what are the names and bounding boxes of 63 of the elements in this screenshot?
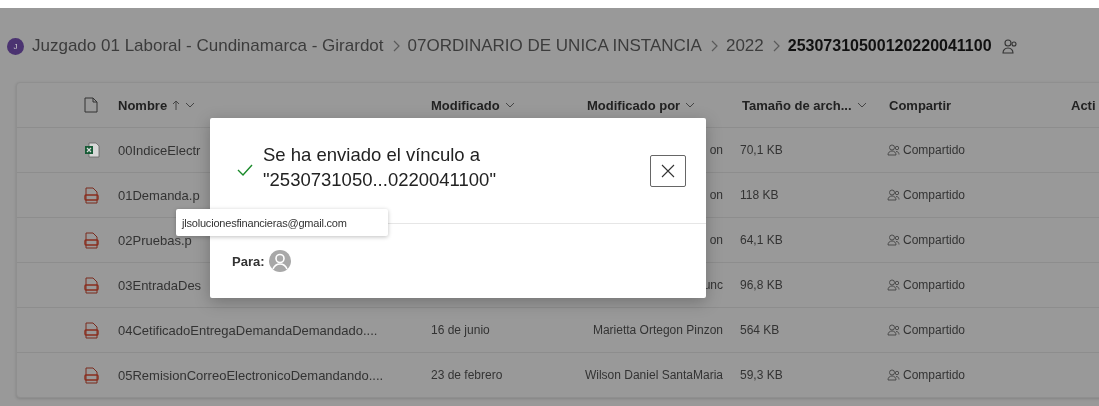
to-label: Para: (232, 253, 265, 269)
pdf-file-icon (84, 186, 99, 204)
file-name[interactable]: 04CetificadoEntregaDemandaDemandado.... (118, 322, 378, 338)
checkmark-icon (237, 164, 253, 176)
breadcrumb-link[interactable]: Juzgado 01 Laboral - Cundinamarca - Girardot (32, 36, 384, 56)
pdf-file-icon (84, 366, 99, 384)
modified-by: Marietta Ortegon Pinzon (592, 323, 723, 337)
file-size: 70,1 KB (740, 143, 783, 157)
modified-by: on (709, 188, 723, 202)
file-size: 564 KB (740, 323, 780, 337)
column-header[interactable]: Modificado (431, 97, 500, 113)
file-size: 64,1 KB (740, 233, 783, 247)
spreadsheet-icon (84, 142, 100, 158)
close-button[interactable] (650, 155, 686, 187)
sharing-status: Compartido (903, 143, 966, 157)
sharing-status: Compartido (903, 233, 966, 247)
sharing-status: Compartido (903, 278, 966, 292)
person-avatar-icon[interactable] (268, 250, 291, 272)
file-name[interactable]: 03EntradaDes (118, 277, 202, 293)
modified-by: on (709, 233, 723, 247)
sharing-status: Compartido (903, 368, 966, 382)
people-icon (887, 144, 900, 156)
file-name[interactable]: 01Demanda.p (118, 187, 200, 203)
email-tooltip: jlsolucionesfinancieras@gmail.com (176, 209, 388, 236)
people-icon (887, 369, 900, 381)
column-header[interactable]: Acti (1071, 97, 1096, 113)
file-name[interactable]: 00IndiceElectr (118, 142, 201, 158)
modified-date: 23 de febrero (431, 368, 503, 382)
people-icon (887, 279, 900, 291)
pdf-file-icon (84, 276, 99, 294)
site-avatar: J (7, 37, 24, 55)
breadcrumb-link[interactable]: 25307310500120220041100 (787, 37, 992, 55)
file-size: 59,3 KB (740, 368, 783, 382)
modified-by: Wilson Daniel SantaMaria (584, 368, 723, 382)
modified-by: on (709, 143, 723, 157)
chevron-icon (771, 40, 780, 52)
breadcrumb-link[interactable]: 2022 (725, 36, 764, 56)
file-size: 96,8 KB (740, 278, 783, 292)
people-icon (1001, 38, 1018, 54)
file-type-icon (84, 97, 98, 113)
file-name[interactable]: 05RemisionCorreoElectronicoDemandando.... (118, 367, 384, 383)
chevron-down-icon[interactable] (185, 102, 196, 108)
column-header[interactable]: Compartir (889, 97, 952, 113)
modified-date: 16 de junio (431, 323, 490, 337)
chevron-down-icon[interactable] (856, 102, 867, 108)
column-header[interactable]: Modificado por (587, 97, 681, 113)
breadcrumb-link[interactable]: 07ORDINARIO DE UNICA INSTANCIA (407, 36, 702, 56)
people-icon (887, 234, 900, 246)
sharing-status: Compartido (903, 323, 966, 337)
column-header[interactable]: Tamaño de arch... (742, 97, 852, 113)
chevron-down-icon[interactable] (685, 102, 696, 108)
sharing-status: Compartido (903, 188, 966, 202)
close-icon (661, 164, 675, 178)
chevron-icon (391, 40, 400, 52)
people-icon (887, 324, 900, 336)
column-header[interactable]: Nombre (118, 97, 168, 113)
chevron-icon (709, 40, 718, 52)
file-size: 118 KB (740, 188, 779, 202)
chevron-down-icon[interactable] (504, 102, 515, 108)
pdf-file-icon (84, 321, 99, 339)
pdf-file-icon (84, 231, 99, 249)
dialog-title: Se ha enviado el vínculo a "2530731050...0220041100" (263, 143, 497, 192)
people-icon (887, 189, 900, 201)
